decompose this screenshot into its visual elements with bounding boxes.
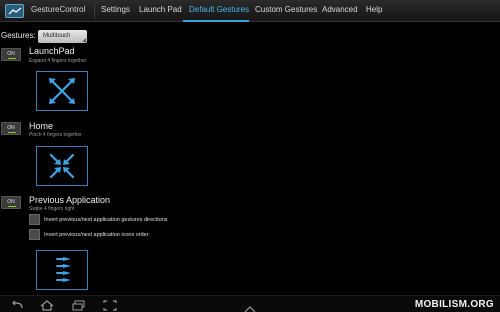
screenshot-icon[interactable]	[103, 298, 117, 312]
gesture-title-launchpad: LaunchPad	[29, 46, 75, 56]
action-bar: GestureControl Settings Launch Pad Defau…	[0, 0, 500, 22]
tab-settings[interactable]: Settings	[101, 5, 130, 14]
toggle-label: ON	[7, 51, 15, 57]
toggle-label: ON	[7, 125, 15, 131]
active-tab-indicator	[183, 20, 249, 22]
dropdown-caret-icon	[82, 38, 86, 42]
watermark: MOBILISM.ORG	[414, 299, 494, 310]
back-icon[interactable]	[10, 298, 24, 312]
gesture-subtitle-launchpad: Expand 4 fingers together	[29, 58, 87, 64]
gesture-subtitle-home: Pinch 4 fingers together	[29, 132, 82, 138]
tab-divider	[94, 3, 95, 19]
home-toggle[interactable]: ON	[1, 122, 21, 135]
invert-directions-label: Invert previous/next application gesture…	[44, 217, 168, 223]
tab-advanced[interactable]: Advanced	[322, 5, 358, 14]
gestures-label: Gestures:	[1, 31, 36, 40]
toggle-label: ON	[7, 199, 15, 205]
launchpad-toggle[interactable]: ON	[1, 48, 21, 61]
gestures-type-dropdown[interactable]: Multitouch	[38, 30, 87, 43]
expand-fingers-icon[interactable]	[36, 71, 88, 111]
toggle-on-indicator	[8, 206, 16, 207]
chevron-up-icon[interactable]	[244, 300, 256, 312]
tab-custom-gestures[interactable]: Custom Gestures	[255, 5, 317, 14]
home-icon[interactable]	[40, 298, 54, 312]
toggle-on-indicator	[8, 58, 16, 59]
gesture-title-home: Home	[29, 121, 54, 131]
tab-help[interactable]: Help	[366, 5, 382, 14]
gesture-subtitle-previous-application: Swipe 4 fingers right	[29, 206, 75, 212]
gesture-title-previous-application: Previous Application	[29, 195, 111, 205]
gestures-type-value: Multitouch	[43, 33, 71, 39]
app-title: GestureControl	[31, 5, 86, 14]
invert-directions-checkbox[interactable]	[29, 214, 40, 225]
tab-launch-pad[interactable]: Launch Pad	[139, 5, 182, 14]
previous-application-toggle[interactable]: ON	[1, 196, 21, 209]
pinch-fingers-icon[interactable]	[36, 146, 88, 186]
swipe-right-icon[interactable]	[36, 250, 88, 290]
system-navigation-bar: MOBILISM.ORG	[0, 295, 500, 312]
app-logo-icon[interactable]	[5, 4, 24, 18]
invert-icons-order-checkbox[interactable]	[29, 229, 40, 240]
invert-icons-order-label: Invert previous/next application icons o…	[44, 232, 149, 238]
recent-apps-icon[interactable]	[72, 298, 86, 312]
tab-default-gestures[interactable]: Default Gestures	[189, 5, 249, 14]
toggle-on-indicator	[8, 132, 16, 133]
